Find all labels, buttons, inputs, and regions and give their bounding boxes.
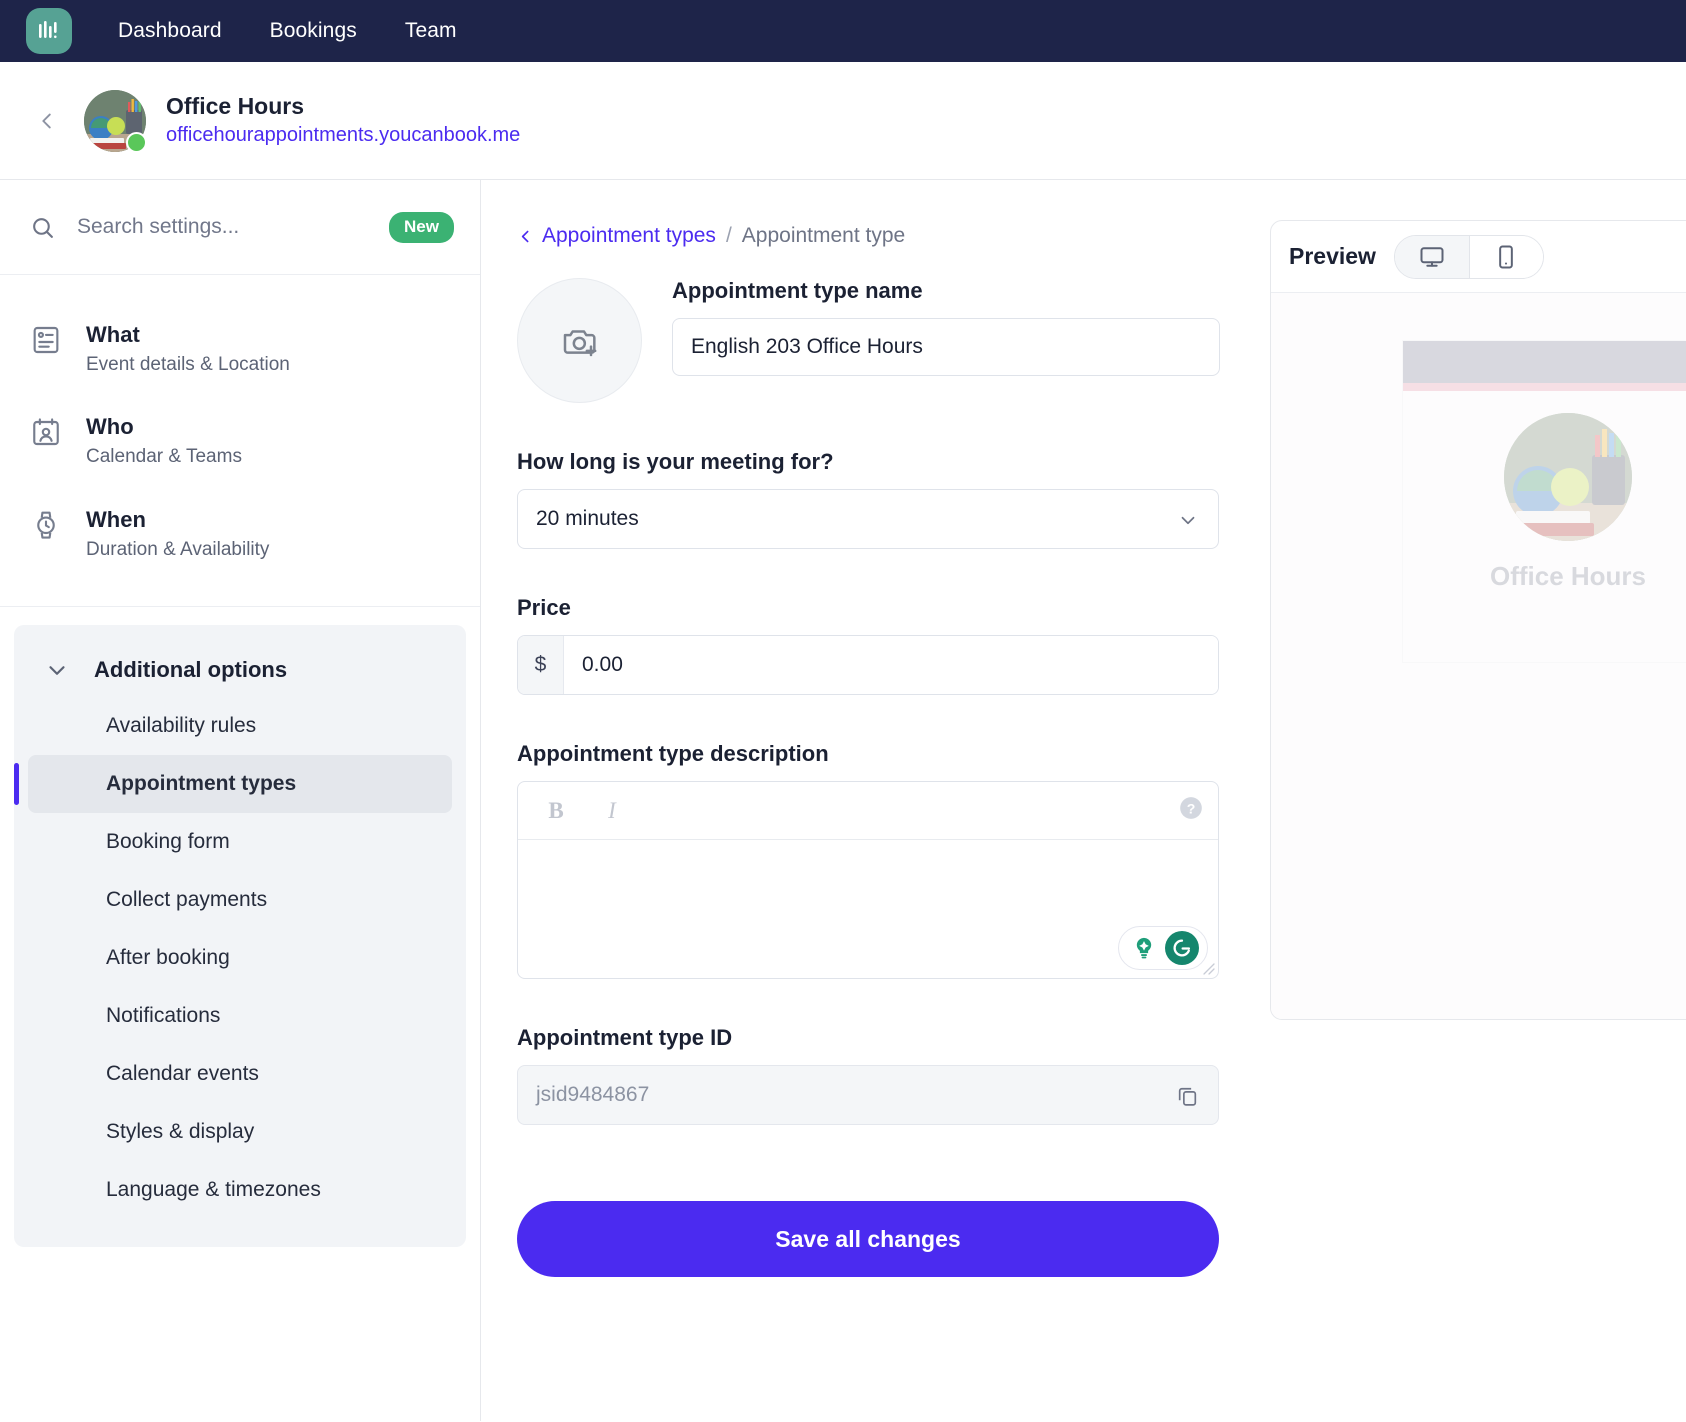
watch-clock-icon xyxy=(30,504,76,546)
price-input[interactable] xyxy=(564,636,1218,694)
currency-symbol: $ xyxy=(518,636,564,694)
appointment-type-id-value-row: jsid9484867 xyxy=(517,1065,1219,1125)
sidebar-item-when-title: When xyxy=(86,506,146,532)
appointment-name-label: Appointment type name xyxy=(672,278,923,303)
account-name: Office Hours xyxy=(166,93,305,120)
back-chevron-left-icon[interactable] xyxy=(30,104,64,138)
sidebar-item-when[interactable]: When Duration & Availability xyxy=(0,488,480,580)
event-details-icon xyxy=(30,319,76,361)
search-input[interactable] xyxy=(77,215,390,239)
save-all-changes-button[interactable]: Save all changes xyxy=(517,1201,1219,1277)
breadcrumb-back-link[interactable]: Appointment types xyxy=(517,224,716,248)
breadcrumb-separator: / xyxy=(725,224,732,247)
appointment-type-id-value: jsid9484867 xyxy=(536,1083,650,1106)
additional-options-header[interactable]: Additional options xyxy=(14,643,466,697)
sidebar-item-who-title: Who xyxy=(86,414,134,440)
appointment-type-editor: Appointment types / Appointment type App… xyxy=(481,180,1256,1421)
resize-grip-icon[interactable] xyxy=(1199,959,1215,975)
status-badge-new: New xyxy=(389,211,454,243)
online-status-dot-icon xyxy=(126,131,147,153)
duration-select[interactable]: 20 minutes xyxy=(517,489,1219,549)
nav-link-team[interactable]: Team xyxy=(405,19,457,43)
preview-panel: Preview Office Hours xyxy=(1256,180,1686,1421)
description-field: Appointment type description B I ? xyxy=(517,741,1219,979)
top-navigation-bar: Dashboard Bookings Team xyxy=(0,0,1686,62)
grammarly-assistant-widget[interactable] xyxy=(1118,926,1208,970)
account-text: Office Hours officehourappointments.youc… xyxy=(166,92,520,149)
additional-options-panel: Additional options Availability rules Ap… xyxy=(14,625,466,1248)
preview-profile-name: Office Hours xyxy=(1489,561,1647,591)
nav-link-dashboard[interactable]: Dashboard xyxy=(118,19,222,43)
page-layout: New What Event details & Location Who Ca… xyxy=(0,180,1686,1421)
svg-text:?: ? xyxy=(1187,800,1196,816)
chevron-down-icon xyxy=(44,657,74,683)
sidebar-item-collect-payments[interactable]: Collect payments xyxy=(14,871,466,929)
search-icon xyxy=(30,215,55,240)
sidebar-item-styles-display[interactable]: Styles & display xyxy=(14,1103,466,1161)
settings-sidebar: New What Event details & Location Who Ca… xyxy=(0,180,481,1421)
preview-viewport: Office Hours xyxy=(1271,293,1686,1019)
sidebar-item-what-title: What xyxy=(86,322,140,347)
preview-profile-avatar xyxy=(1504,413,1632,541)
camera-plus-icon[interactable] xyxy=(517,278,642,403)
price-label: Price xyxy=(517,595,571,620)
duration-label: How long is your meeting for? xyxy=(517,449,834,474)
sidebar-item-what[interactable]: What Event details & Location xyxy=(0,303,480,395)
avatar[interactable] xyxy=(84,89,147,153)
preview-device-toggle xyxy=(1393,234,1544,279)
price-field: Price $ xyxy=(517,595,1219,695)
sidebar-item-after-booking[interactable]: After booking xyxy=(14,929,466,987)
youcanbookme-bars-logo-icon[interactable] xyxy=(26,8,72,54)
copy-icon[interactable] xyxy=(1175,1083,1200,1108)
lightbulb-icon[interactable] xyxy=(1127,931,1161,965)
sidebar-item-booking-form[interactable]: Booking form xyxy=(14,813,466,871)
account-header-bar: Office Hours officehourappointments.youc… xyxy=(0,62,1686,180)
sidebar-item-who[interactable]: Who Calendar & Teams xyxy=(0,395,480,487)
primary-nav-links: Dashboard Bookings Team xyxy=(118,19,457,43)
preview-banner xyxy=(1403,341,1686,383)
sidebar-item-availability-rules[interactable]: Availability rules xyxy=(14,697,466,755)
desktop-monitor-icon[interactable] xyxy=(1394,235,1469,278)
appointment-name-row: Appointment type name xyxy=(517,278,1256,403)
sidebar-item-calendar-events[interactable]: Calendar events xyxy=(14,1045,466,1103)
chevron-left-icon xyxy=(521,230,529,242)
preview-accent-stripe xyxy=(1403,383,1686,391)
duration-field: How long is your meeting for? 20 minutes xyxy=(517,449,1219,549)
appointment-type-id-label: Appointment type ID xyxy=(517,1025,733,1050)
sidebar-item-notifications[interactable]: Notifications xyxy=(14,987,466,1045)
primary-settings-group: What Event details & Location Who Calend… xyxy=(0,275,480,608)
additional-options-title: Additional options xyxy=(94,657,288,683)
appointment-name-field: Appointment type name xyxy=(672,278,1220,376)
sidebar-item-language-timezones[interactable]: Language & timezones xyxy=(14,1161,466,1219)
calendar-person-icon xyxy=(30,411,76,453)
breadcrumb-current-label: Appointment type xyxy=(741,224,906,247)
preview-title: Preview xyxy=(1289,243,1376,269)
italic-button[interactable]: I xyxy=(600,798,624,824)
sidebar-item-what-subtitle: Event details & Location xyxy=(86,353,290,375)
nav-link-bookings[interactable]: Bookings xyxy=(270,19,357,43)
description-toolbar: B I ? xyxy=(518,782,1218,840)
appointment-name-input[interactable] xyxy=(672,318,1220,376)
preview-booking-page: Office Hours xyxy=(1403,341,1686,662)
description-textarea[interactable] xyxy=(518,840,1218,978)
sidebar-item-who-subtitle: Calendar & Teams xyxy=(86,446,242,468)
mobile-phone-icon[interactable] xyxy=(1468,235,1543,278)
breadcrumb-parent-label: Appointment types xyxy=(542,224,716,247)
breadcrumb: Appointment types / Appointment type xyxy=(517,224,1256,248)
account-booking-url-link[interactable]: officehourappointments.youcanbook.me xyxy=(166,124,520,146)
description-label: Appointment type description xyxy=(517,741,829,766)
bold-button[interactable]: B xyxy=(544,798,568,824)
appointment-type-id-field: Appointment type ID jsid9484867 xyxy=(517,1025,1219,1125)
help-question-icon[interactable]: ? xyxy=(1178,795,1202,827)
sidebar-item-appointment-types[interactable]: Appointment types xyxy=(14,755,452,814)
grammarly-g-icon[interactable] xyxy=(1165,931,1199,965)
preview-header: Preview xyxy=(1271,221,1686,293)
search-settings-row[interactable]: New xyxy=(0,180,480,275)
sidebar-item-when-subtitle: Duration & Availability xyxy=(86,538,270,560)
